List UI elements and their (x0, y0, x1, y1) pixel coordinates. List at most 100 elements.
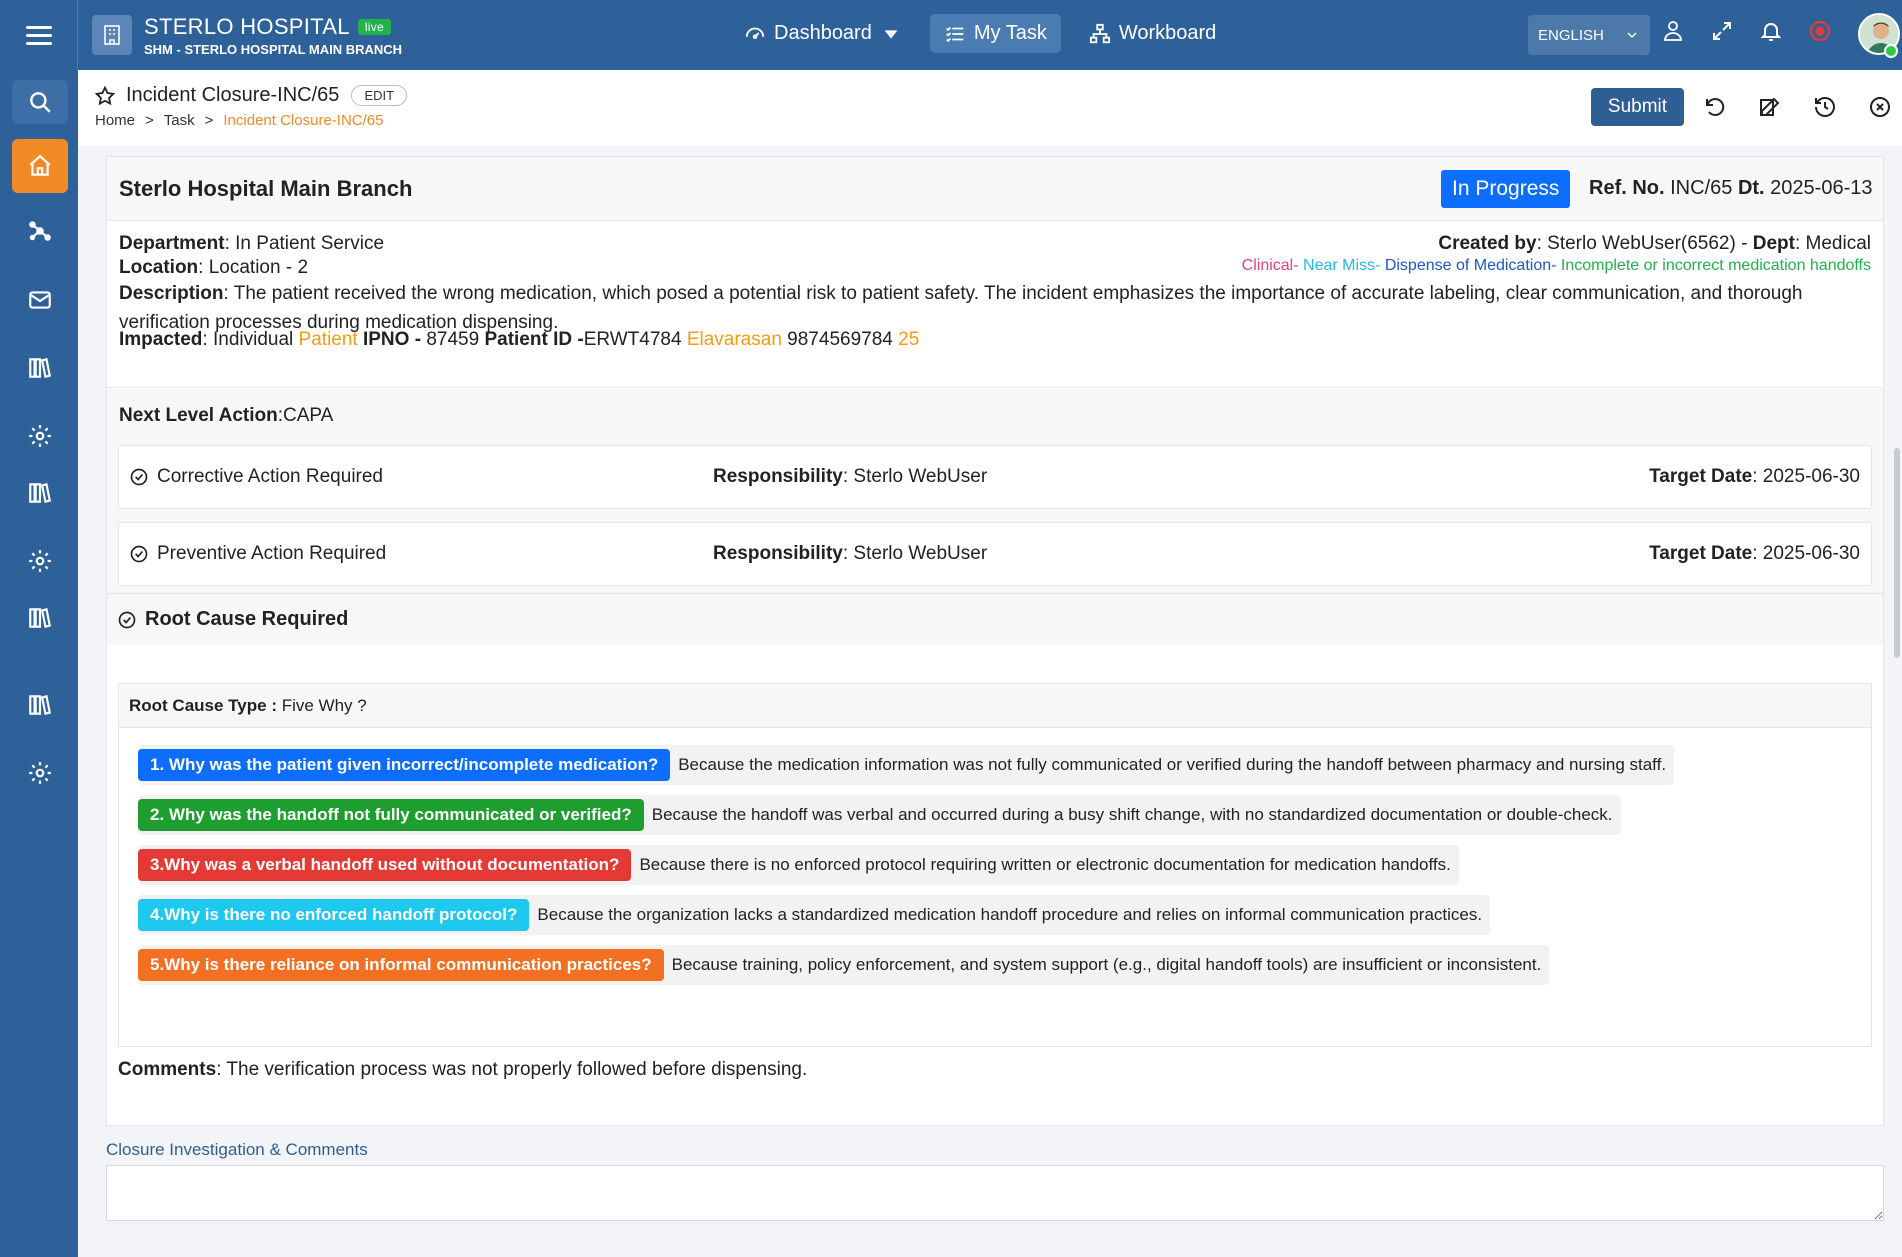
why-question: 1. Why was the patient given incorrect/i… (138, 749, 671, 781)
patient-name: Elavarasan (686, 329, 782, 350)
department-line: Department: In Patient Service (119, 233, 385, 254)
mail-icon (29, 291, 51, 309)
gear-icon (29, 425, 51, 447)
created-by-value: Sterlo WebUser(6562) (1547, 233, 1736, 254)
fullscreen-icon[interactable] (1709, 18, 1735, 44)
bell-icon[interactable] (1758, 18, 1784, 44)
sidebar-item-library-3[interactable] (12, 593, 68, 643)
gear-icon (29, 550, 51, 572)
why-question: 2. Why was the handoff not fully communi… (138, 799, 644, 831)
action-label: Preventive Action Required (157, 543, 387, 564)
edit-mode-badge: EDIT (351, 85, 408, 106)
why-question: 4.Why is there no enforced handoff proto… (138, 899, 530, 931)
patient-id-value: ERWT4784 (583, 329, 682, 350)
status-badge: In Progress (1441, 170, 1571, 208)
history-icon[interactable] (1812, 94, 1838, 120)
top-bar: STERLO HOSPITAL live SHM - STERLO HOSPITA… (0, 0, 1902, 70)
ref-label: Ref. No. (1589, 177, 1665, 199)
why-row: 5.Why is there reliance on informal comm… (138, 945, 1550, 985)
closure-comments-textarea[interactable] (106, 1165, 1884, 1221)
sidebar-item-settings-2[interactable] (12, 536, 68, 586)
online-status-dot (1884, 44, 1898, 58)
home-icon (29, 154, 51, 176)
nav-workboard[interactable]: Workboard (1075, 14, 1230, 53)
books-icon (29, 608, 52, 628)
responsibility-value: Sterlo WebUser (853, 466, 988, 487)
sidebar-item-library-2[interactable] (12, 468, 68, 518)
language-select[interactable]: ENGLISH (1528, 15, 1650, 55)
submit-button[interactable]: Submit (1591, 88, 1684, 126)
root-cause-type-label: Root Cause Type : (129, 695, 277, 715)
location-label: Location (119, 257, 199, 278)
root-cause-heading: Root Cause Required (107, 593, 1883, 645)
scrollbar[interactable] (1894, 448, 1900, 658)
why-answer: Because the handoff was verbal and occur… (651, 805, 1613, 824)
why-row: 4.Why is there no enforced handoff proto… (138, 895, 1491, 935)
sidebar (0, 70, 78, 1257)
page-header: Incident Closure-INC/65 EDIT Home > Task… (78, 70, 1902, 146)
app-subtitle: SHM - STERLO HOSPITAL MAIN BRANCH (144, 41, 403, 57)
chevron-down-icon (884, 29, 898, 39)
description-text: The patient received the wrong medicatio… (119, 283, 1803, 333)
user-support-icon[interactable] (1660, 18, 1686, 44)
star-icon[interactable] (94, 85, 116, 107)
power-icon[interactable] (1807, 18, 1833, 44)
breadcrumb-home[interactable]: Home (95, 112, 135, 129)
root-cause-box: Root Cause Type : Five Why ? 1. Why was … (118, 683, 1872, 1047)
chevron-down-icon (1627, 32, 1637, 38)
root-cause-title: Root Cause Required (145, 608, 349, 630)
incident-card: Sterlo Hospital Main Branch In Progress … (106, 156, 1884, 1126)
nav-my-task[interactable]: My Task (929, 14, 1061, 53)
sidebar-item-network[interactable] (12, 206, 68, 256)
root-cause-type: Root Cause Type : Five Why ? (119, 684, 1871, 728)
why-question: 3.Why was a verbal handoff used without … (138, 849, 632, 881)
why-answer: Because the organization lacks a standar… (537, 905, 1483, 924)
nav-dashboard[interactable]: Dashboard (730, 14, 916, 53)
books-icon (29, 483, 52, 503)
check-circle-icon (130, 468, 148, 486)
incident-details: Department: In Patient Service Location:… (107, 221, 1883, 388)
location-line: Location: Location - 2 (119, 257, 309, 278)
hospital-logo-icon (92, 15, 132, 55)
top-icons (1660, 18, 1833, 44)
action-responsibility: Responsibility: Sterlo WebUser (713, 543, 988, 564)
tag-clinical: Clinical- (1241, 257, 1299, 274)
breadcrumb-task[interactable]: Task (164, 112, 195, 129)
language-value: ENGLISH (1538, 26, 1604, 44)
action-row-corrective: Corrective Action Required Responsibilit… (118, 445, 1872, 509)
sidebar-item-home[interactable] (12, 139, 68, 193)
close-icon[interactable] (1867, 94, 1893, 120)
patient-age: 25 (898, 329, 920, 350)
why-row: 1. Why was the patient given incorrect/i… (138, 745, 1675, 785)
incident-date: 2025-06-13 (1770, 177, 1873, 199)
comments: Comments: The verification process was n… (118, 1059, 808, 1080)
why-answer: Because the medication information was n… (678, 755, 1667, 774)
edit-icon[interactable] (1757, 94, 1783, 120)
undo-icon[interactable] (1702, 94, 1728, 120)
breadcrumb-current: Incident Closure-INC/65 (223, 112, 384, 129)
app-title: STERLO HOSPITAL (144, 13, 350, 39)
page-title: Incident Closure-INC/65 (126, 84, 340, 106)
sidebar-item-library-4[interactable] (12, 680, 68, 730)
network-icon (29, 221, 51, 241)
department-value: In Patient Service (235, 233, 385, 254)
gear-icon (29, 762, 51, 784)
sidebar-item-settings-1[interactable] (12, 411, 68, 461)
brand: STERLO HOSPITAL live SHM - STERLO HOSPITA… (92, 14, 402, 57)
action-label: Corrective Action Required (157, 466, 383, 487)
action-row-preventive: Preventive Action Required Responsibilit… (118, 522, 1872, 586)
responsibility-label: Responsibility (713, 466, 843, 487)
tag-dispense: Dispense of Medication- (1384, 257, 1557, 274)
created-by-label: Created by (1438, 233, 1537, 254)
sidebar-item-library-1[interactable] (12, 343, 68, 393)
next-level-value: CAPA (283, 405, 334, 426)
target-date-label: Target Date (1649, 466, 1753, 487)
patient-id-label: Patient ID - (484, 329, 584, 350)
sidebar-search[interactable] (12, 80, 68, 124)
ref-number: INC/65 (1670, 177, 1733, 199)
breadcrumb-separator: > (204, 112, 214, 129)
sidebar-item-mail[interactable] (12, 275, 68, 325)
hamburger-menu-button[interactable] (0, 0, 78, 70)
ipno-value: 87459 (426, 329, 480, 350)
sidebar-item-settings-3[interactable] (12, 748, 68, 798)
